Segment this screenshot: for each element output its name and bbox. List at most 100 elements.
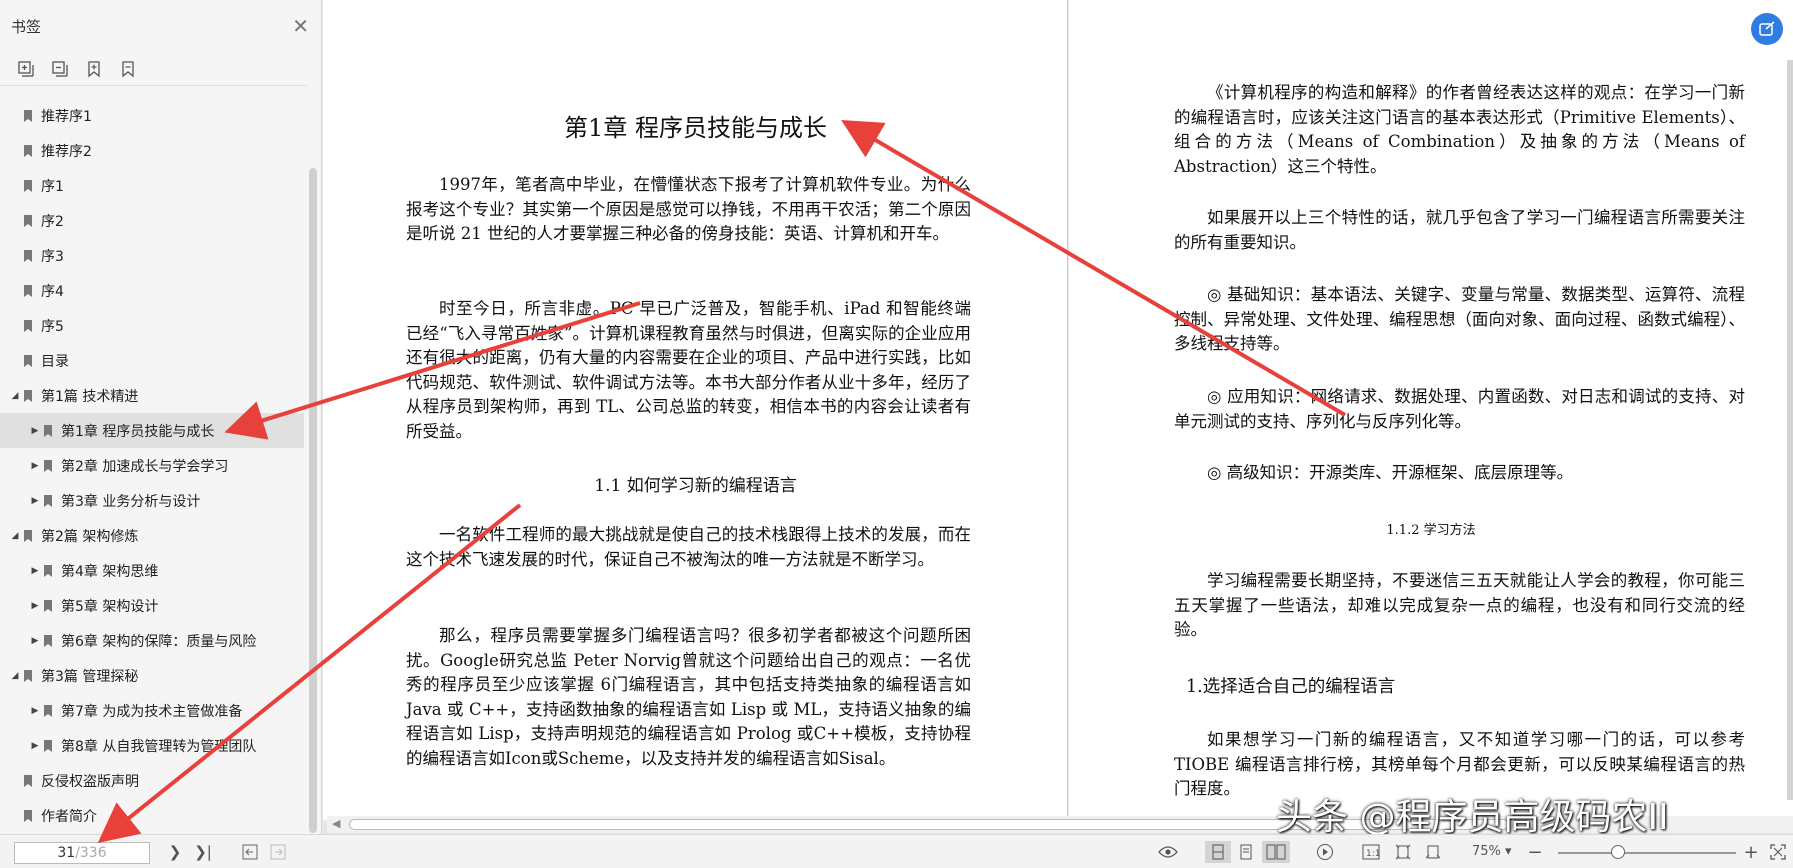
bookmark-item[interactable]: ▶ 第5章 架构设计 xyxy=(0,588,304,623)
bookmark-item[interactable]: ▶ 第7章 为成为技术主管做准备 xyxy=(0,693,304,728)
close-icon[interactable]: ✕ xyxy=(292,14,309,38)
bookmark-label: 第4章 架构思维 xyxy=(61,563,159,580)
bookmark-label: 第6章 架构的保障：质量与风险 xyxy=(61,633,257,650)
bookmark-item[interactable]: ▶ 第4章 架构思维 xyxy=(0,553,304,588)
remove-bookmark-icon[interactable] xyxy=(116,57,140,81)
expand-arrow-icon[interactable]: ▶ xyxy=(28,636,42,646)
scroll-left-icon[interactable]: ◀ xyxy=(332,817,340,830)
bookmark-label: 第3章 业务分析与设计 xyxy=(61,493,201,510)
back-icon[interactable] xyxy=(240,841,260,863)
bookmark-item[interactable]: 推荐序1 xyxy=(0,98,304,133)
bookmark-icon xyxy=(44,739,52,752)
paragraph: ◎ 高级知识：开源类库、开源框架、底层原理等。 xyxy=(1207,463,1574,482)
bookmark-item[interactable]: 作者简介 xyxy=(0,798,304,833)
sidebar-header: 书签 ✕ xyxy=(0,0,321,52)
bookmark-item[interactable]: 序3 xyxy=(0,238,304,273)
eye-icon[interactable] xyxy=(1157,841,1179,863)
zoom-in-icon[interactable]: + xyxy=(1742,841,1760,863)
document-view: 第1章 程序员技能与成长 1997年，笔者高中毕业，在懵懂状态下报考了计算机软件… xyxy=(323,0,1793,834)
bookmark-item[interactable]: ▶ 第3章 业务分析与设计 xyxy=(0,483,304,518)
chevron-down-icon: ▾ xyxy=(1505,844,1512,859)
expand-arrow-icon[interactable]: ▶ xyxy=(28,741,42,751)
paragraph: ◎ 基础知识：基本语法、关键字、变量与常量、数据类型、运算符、流程控制、异常处理… xyxy=(1174,285,1745,353)
bookmark-icon xyxy=(44,424,52,437)
bookmark-label: 目录 xyxy=(41,353,69,370)
bookmark-icon xyxy=(44,564,52,577)
bookmark-item[interactable]: 目录 xyxy=(0,343,304,378)
fit-page-icon[interactable] xyxy=(1392,841,1414,863)
bookmark-icon xyxy=(24,529,32,542)
bookmark-icon xyxy=(24,144,32,157)
bookmark-label: 序2 xyxy=(41,213,64,230)
subsection-title: 1.1.2 学习方法 xyxy=(1386,523,1476,538)
bookmark-icon xyxy=(44,459,52,472)
actual-size-icon[interactable]: 1:1 xyxy=(1360,841,1382,863)
collapse-arrow-icon[interactable]: ◢ xyxy=(8,531,22,541)
fullscreen-icon[interactable] xyxy=(1768,841,1788,863)
expand-arrow-icon[interactable]: ▶ xyxy=(28,461,42,471)
bookmark-item[interactable]: ◢ 第1篇 技术精进 xyxy=(0,378,304,413)
collapse-arrow-icon[interactable]: ◢ xyxy=(8,391,22,401)
bookmark-label: 序3 xyxy=(41,248,64,265)
bookmark-label: 第3篇 管理探秘 xyxy=(41,668,139,685)
expand-all-icon[interactable] xyxy=(14,57,38,81)
bookmark-item[interactable]: 推荐序2 xyxy=(0,133,304,168)
expand-arrow-icon[interactable]: ▶ xyxy=(28,496,42,506)
bookmark-icon xyxy=(24,214,32,227)
bookmark-item[interactable]: 反侵权盗版声明 xyxy=(0,763,304,798)
bookmark-item[interactable]: ▶ 第6章 架构的保障：质量与风险 xyxy=(0,623,304,658)
floating-tool-button[interactable] xyxy=(1751,13,1783,45)
play-icon[interactable] xyxy=(1314,841,1336,863)
page-right: 《计算机程序的构造和解释》的作者曾经表达这样的观点：在学习一门新的编程语言时，应… xyxy=(1069,0,1793,820)
bookmark-label: 序5 xyxy=(41,318,64,335)
expand-arrow-icon[interactable]: ▶ xyxy=(28,601,42,611)
collapse-all-icon[interactable] xyxy=(48,57,72,81)
bookmark-item[interactable]: 序2 xyxy=(0,203,304,238)
bookmark-icon xyxy=(24,809,32,822)
sidebar-scrollbar[interactable] xyxy=(309,168,317,833)
single-page-icon[interactable] xyxy=(1205,841,1231,863)
page-total: /336 xyxy=(75,845,107,861)
expand-arrow-icon[interactable]: ▶ xyxy=(28,706,42,716)
zoom-select[interactable]: 75% ▾ xyxy=(1472,844,1512,859)
bookmark-item[interactable]: ▶ 第2章 加速成长与学会学习 xyxy=(0,448,304,483)
bookmark-item[interactable]: ◢ 第3篇 管理探秘 xyxy=(0,658,304,693)
page-number-input[interactable]: 31/336 xyxy=(14,842,150,864)
bookmark-icon xyxy=(24,109,32,122)
double-page-icon[interactable] xyxy=(1262,841,1290,863)
bookmark-item[interactable]: ◢ 第2篇 架构修炼 xyxy=(0,518,304,553)
bookmark-label: 推荐序2 xyxy=(41,143,92,160)
bookmark-icon xyxy=(24,354,32,367)
bookmark-label: 第1章 程序员技能与成长 xyxy=(61,423,215,440)
next-page-icon[interactable]: ❯ xyxy=(166,841,184,863)
bookmark-icon xyxy=(24,774,32,787)
bookmark-item[interactable]: 序5 xyxy=(0,308,304,343)
status-bar: 31/336 ❯ ❯| 1:1 75% ▾ − + xyxy=(0,834,1793,868)
bookmark-item[interactable]: 序1 xyxy=(0,168,304,203)
expand-arrow-icon[interactable]: ▶ xyxy=(28,566,42,576)
paragraph: 那么，程序员需要掌握多门编程语言吗？很多初学者都被这个问题所困扰。Google研… xyxy=(406,626,971,768)
expand-arrow-icon[interactable]: ▶ xyxy=(28,426,42,436)
zoom-out-icon[interactable]: − xyxy=(1526,841,1544,863)
bookmark-item[interactable]: ▶ 第8章 从自我管理转为管理团队 xyxy=(0,728,304,763)
bookmark-icon xyxy=(24,319,32,332)
paragraph: 《计算机程序的构造和解释》的作者曾经表达这样的观点：在学习一门新的编程语言时，应… xyxy=(1174,83,1745,176)
bookmark-label: 第2章 加速成长与学会学习 xyxy=(61,458,229,475)
bookmark-item[interactable]: ▶ 第1章 程序员技能与成长 xyxy=(0,413,304,448)
continuous-page-icon[interactable] xyxy=(1234,841,1258,863)
collapse-arrow-icon[interactable]: ◢ xyxy=(8,671,22,681)
bookmark-label: 作者简介 xyxy=(41,808,97,825)
add-bookmark-icon[interactable] xyxy=(82,57,106,81)
bookmark-label: 第7章 为成为技术主管做准备 xyxy=(61,703,243,720)
bookmark-label: 推荐序1 xyxy=(41,108,92,125)
bookmark-label: 序1 xyxy=(41,178,64,195)
bookmark-label: 第1篇 技术精进 xyxy=(41,388,139,405)
last-page-icon[interactable]: ❯| xyxy=(192,841,214,863)
page-left: 第1章 程序员技能与成长 1997年，笔者高中毕业，在懵懂状态下报考了计算机软件… xyxy=(323,0,1068,820)
forward-icon[interactable] xyxy=(268,841,288,863)
fit-width-icon[interactable] xyxy=(1422,841,1444,863)
vertical-scrollbar[interactable] xyxy=(1787,60,1793,800)
bookmark-item[interactable]: 序4 xyxy=(0,273,304,308)
zoom-slider[interactable] xyxy=(1558,852,1736,854)
zoom-slider-handle[interactable] xyxy=(1611,845,1625,859)
